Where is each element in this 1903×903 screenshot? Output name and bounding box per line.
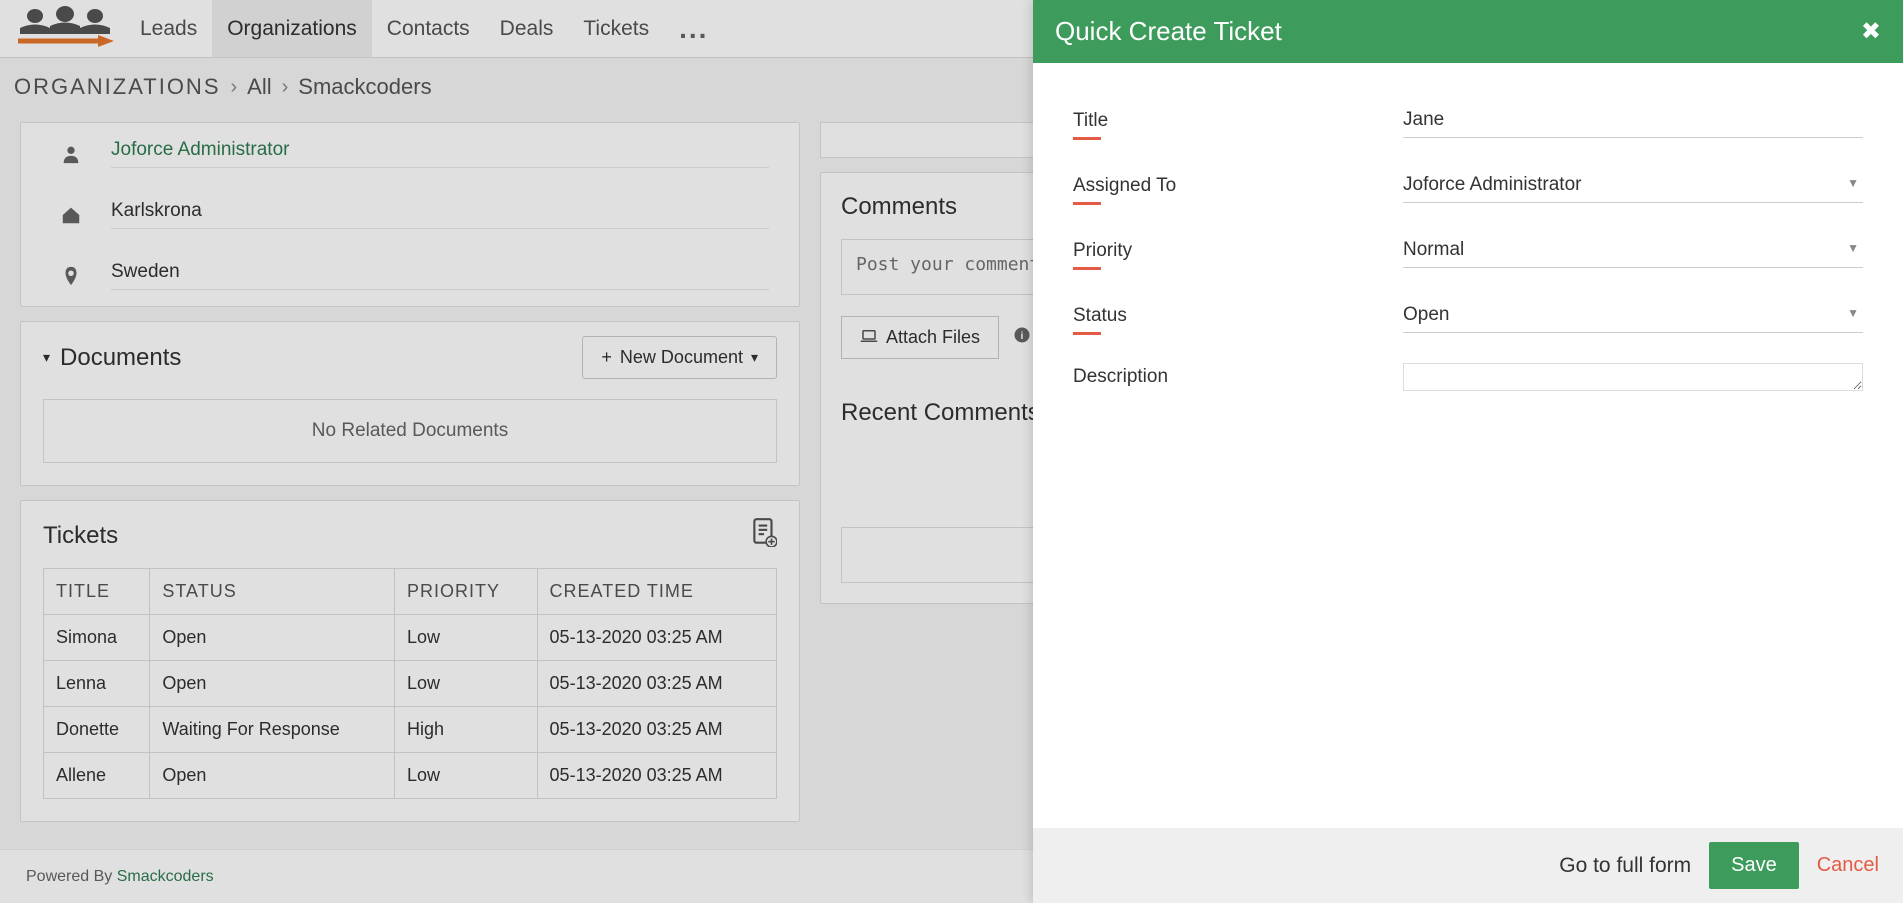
- priority-select[interactable]: Normal ▼: [1403, 233, 1863, 268]
- status-label: Status: [1073, 305, 1403, 327]
- drawer-header: Quick Create Ticket ✖: [1033, 0, 1903, 63]
- quick-create-drawer: Quick Create Ticket ✖ Title Assigned To …: [1033, 0, 1903, 903]
- priority-value: Normal: [1403, 233, 1863, 267]
- go-to-full-form-link[interactable]: Go to full form: [1559, 854, 1691, 878]
- description-field[interactable]: [1403, 363, 1863, 391]
- status-select[interactable]: Open ▼: [1403, 298, 1863, 333]
- close-icon[interactable]: ✖: [1861, 17, 1881, 46]
- caret-down-icon: ▼: [1847, 306, 1859, 320]
- assigned-to-value: Joforce Administrator: [1403, 168, 1863, 202]
- description-label: Description: [1073, 366, 1403, 388]
- title-field[interactable]: [1403, 103, 1863, 138]
- caret-down-icon: ▼: [1847, 241, 1859, 255]
- drawer-body: Title Assigned To Joforce Administrator …: [1033, 63, 1903, 828]
- save-button[interactable]: Save: [1709, 842, 1799, 889]
- drawer-title: Quick Create Ticket: [1055, 16, 1282, 47]
- assigned-to-select[interactable]: Joforce Administrator ▼: [1403, 168, 1863, 203]
- assigned-to-label: Assigned To: [1073, 175, 1403, 197]
- caret-down-icon: ▼: [1847, 176, 1859, 190]
- cancel-link[interactable]: Cancel: [1817, 854, 1879, 877]
- drawer-footer: Go to full form Save Cancel: [1033, 828, 1903, 903]
- title-label: Title: [1073, 110, 1403, 132]
- priority-label: Priority: [1073, 240, 1403, 262]
- status-value: Open: [1403, 298, 1863, 332]
